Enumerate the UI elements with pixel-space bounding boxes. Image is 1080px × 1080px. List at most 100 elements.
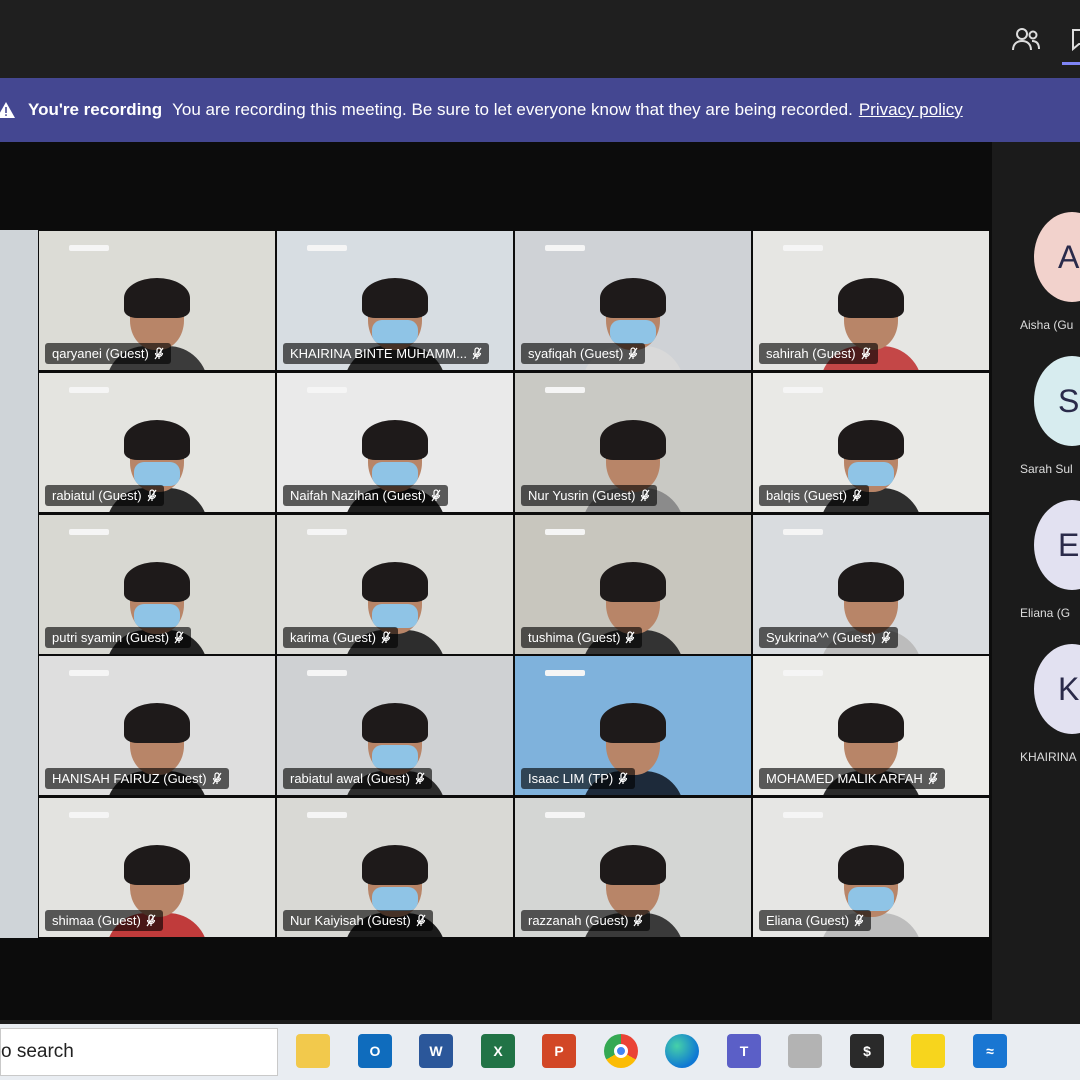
participant-video-tile[interactable]: putri syamin (Guest) bbox=[38, 514, 276, 655]
network-icon[interactable] bbox=[788, 1034, 822, 1068]
ceiling-light bbox=[307, 529, 347, 535]
outlook-icon[interactable]: O bbox=[358, 1034, 392, 1068]
participant-avatar: A bbox=[1034, 212, 1080, 302]
taskbar-app-glyph: ≈ bbox=[986, 1043, 994, 1059]
participant-name-tag: MOHAMED MALIK ARFAH bbox=[759, 768, 945, 789]
participant-video-tile[interactable]: Naifah Nazihan (Guest) bbox=[276, 372, 514, 513]
participant-video-tile[interactable]: Isaac LIM (TP) bbox=[514, 655, 752, 796]
participant-video-tile[interactable]: Nur Yusrin (Guest) bbox=[514, 372, 752, 513]
mic-muted-icon bbox=[861, 347, 871, 360]
participant-name: balqis (Guest) bbox=[766, 488, 847, 503]
participant-name: razzanah (Guest) bbox=[528, 913, 629, 928]
ceiling-light bbox=[307, 245, 347, 251]
mic-muted-icon bbox=[928, 772, 938, 785]
participant-video-tile[interactable]: rabiatul (Guest) bbox=[38, 372, 276, 513]
participant-video-tile[interactable]: Nur Kaiyisah (Guest) bbox=[276, 797, 514, 938]
mic-muted-icon bbox=[431, 489, 441, 502]
participant-name: Isaac LIM (TP) bbox=[528, 771, 614, 786]
participant-name-tag: qaryanei (Guest) bbox=[45, 343, 171, 364]
ceiling-light bbox=[783, 670, 823, 676]
mic-muted-icon bbox=[618, 772, 628, 785]
roster-participant[interactable]: S: Sarah Sul bbox=[992, 356, 1080, 486]
roster-participant-name: KHAIRINA bbox=[1020, 750, 1077, 764]
mic-muted-icon bbox=[154, 347, 164, 360]
chat-tab-underline bbox=[1062, 62, 1080, 65]
ceiling-light bbox=[783, 387, 823, 393]
chat-icon[interactable] bbox=[1062, 22, 1080, 56]
taskbar-app-glyph: O bbox=[369, 1043, 381, 1059]
edge-icon[interactable] bbox=[665, 1034, 699, 1068]
participant-video-tile[interactable]: Eliana (Guest) bbox=[752, 797, 990, 938]
participant-name: MOHAMED MALIK ARFAH bbox=[766, 771, 923, 786]
participant-video-tile[interactable]: sahirah (Guest) bbox=[752, 230, 990, 371]
ceiling-light bbox=[783, 245, 823, 251]
participant-name: KHAIRINA BINTE MUHAMM... bbox=[290, 346, 467, 361]
roster-participant-name: Sarah Sul bbox=[1020, 462, 1073, 476]
mic-muted-icon bbox=[633, 914, 643, 927]
teams-icon[interactable]: T bbox=[727, 1034, 761, 1068]
participant-video-tile[interactable]: qaryanei (Guest) bbox=[38, 230, 276, 371]
dollar-app-icon[interactable]: $ bbox=[850, 1034, 884, 1068]
participant-video-tile[interactable]: rabiatul awal (Guest) bbox=[276, 655, 514, 796]
participant-name-tag: sahirah (Guest) bbox=[759, 343, 878, 364]
ceiling-light bbox=[307, 670, 347, 676]
ceiling-light bbox=[69, 670, 109, 676]
participant-name-tag: syafiqah (Guest) bbox=[521, 343, 646, 364]
mic-muted-icon bbox=[147, 489, 157, 502]
participant-video-tile[interactable]: karima (Guest) bbox=[276, 514, 514, 655]
powerpoint-icon[interactable]: P bbox=[542, 1034, 576, 1068]
participant-video-tile[interactable]: Syukrina^^ (Guest) bbox=[752, 514, 990, 655]
participant-name-tag: Nur Kaiyisah (Guest) bbox=[283, 910, 433, 931]
mic-muted-icon bbox=[416, 914, 426, 927]
participant-name: Eliana (Guest) bbox=[766, 913, 850, 928]
participant-video-tile[interactable]: KHAIRINA BINTE MUHAMM... bbox=[276, 230, 514, 371]
recording-message: You are recording this meeting. Be sure … bbox=[172, 100, 853, 119]
ceiling-light bbox=[307, 387, 347, 393]
participant-name: shimaa (Guest) bbox=[52, 913, 141, 928]
participant-avatar: E bbox=[1034, 500, 1080, 590]
participants-icon[interactable] bbox=[1008, 22, 1044, 56]
participant-video-tile[interactable]: balqis (Guest) bbox=[752, 372, 990, 513]
ceiling-light bbox=[307, 812, 347, 818]
word-icon[interactable]: W bbox=[419, 1034, 453, 1068]
participant-video-tile[interactable]: HANISAH FAIRUZ (Guest) bbox=[38, 655, 276, 796]
windows-taskbar: o search O W X P T $ ≈ bbox=[0, 1024, 1080, 1080]
participant-name-tag: KHAIRINA BINTE MUHAMM... bbox=[283, 343, 489, 364]
participant-avatar: S: bbox=[1034, 356, 1080, 446]
taskbar-search-box[interactable]: o search bbox=[0, 1028, 278, 1076]
mic-muted-icon bbox=[852, 489, 862, 502]
chrome-icon[interactable] bbox=[604, 1034, 638, 1068]
participant-name-tag: Naifah Nazihan (Guest) bbox=[283, 485, 448, 506]
ceiling-light bbox=[783, 812, 823, 818]
mic-muted-icon bbox=[881, 631, 891, 644]
roster-participant[interactable]: K KHAIRINA bbox=[992, 644, 1080, 774]
ceiling-light bbox=[69, 245, 109, 251]
participant-name-tag: Syukrina^^ (Guest) bbox=[759, 627, 898, 648]
participant-video-tile[interactable]: razzanah (Guest) bbox=[514, 797, 752, 938]
mic-muted-icon bbox=[174, 631, 184, 644]
taskbar-app-glyph: W bbox=[429, 1043, 443, 1059]
participant-name-tag: razzanah (Guest) bbox=[521, 910, 651, 931]
blue-app-icon[interactable]: ≈ bbox=[973, 1034, 1007, 1068]
participant-name: karima (Guest) bbox=[290, 630, 376, 645]
sticky-notes-icon[interactable] bbox=[911, 1034, 945, 1068]
roster-participant[interactable]: E Eliana (G bbox=[992, 500, 1080, 630]
privacy-policy-link[interactable]: Privacy policy bbox=[859, 100, 963, 120]
participant-name-tag: tushima (Guest) bbox=[521, 627, 643, 648]
participant-name: tushima (Guest) bbox=[528, 630, 621, 645]
mic-muted-icon bbox=[381, 631, 391, 644]
ceiling-light bbox=[69, 529, 109, 535]
participant-name-tag: Eliana (Guest) bbox=[759, 910, 872, 931]
participant-name: qaryanei (Guest) bbox=[52, 346, 149, 361]
participant-video-tile[interactable]: tushima (Guest) bbox=[514, 514, 752, 655]
participant-video-tile[interactable]: shimaa (Guest) bbox=[38, 797, 276, 938]
participant-name-tag: putri syamin (Guest) bbox=[45, 627, 192, 648]
file-explorer-icon[interactable] bbox=[296, 1034, 330, 1068]
roster-participant[interactable]: A Aisha (Gu bbox=[992, 212, 1080, 342]
mic-muted-icon bbox=[212, 772, 222, 785]
taskbar-app-glyph: P bbox=[554, 1043, 564, 1059]
participant-video-tile[interactable]: MOHAMED MALIK ARFAH bbox=[752, 655, 990, 796]
participant-name-tag: rabiatul awal (Guest) bbox=[283, 768, 432, 789]
excel-icon[interactable]: X bbox=[481, 1034, 515, 1068]
participant-video-tile[interactable]: syafiqah (Guest) bbox=[514, 230, 752, 371]
